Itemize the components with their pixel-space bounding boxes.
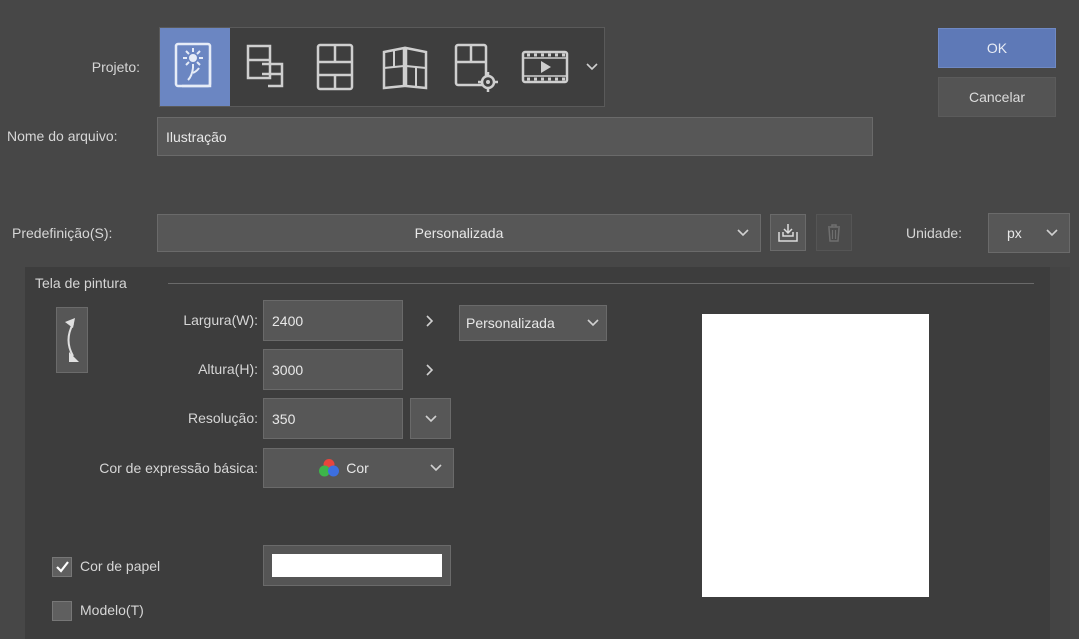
unit-value: px: [1007, 225, 1022, 241]
project-type-illustration[interactable]: [160, 28, 230, 106]
resolution-dropdown[interactable]: [410, 398, 451, 439]
width-field[interactable]: 2400: [263, 300, 403, 341]
rotate-icon: [65, 318, 79, 362]
preset-delete-button[interactable]: [816, 214, 852, 251]
paper-color-checkbox[interactable]: [52, 557, 72, 577]
trash-icon: [828, 223, 840, 242]
page-settings-icon: [454, 43, 498, 92]
project-type-webtoon[interactable]: [230, 28, 300, 106]
resolution-label: Resolução:: [187, 410, 258, 426]
resolution-field[interactable]: 350: [263, 398, 403, 439]
color-mode-label: Cor de expressão básica:: [99, 460, 258, 476]
size-preset-select[interactable]: Personalizada: [459, 305, 607, 341]
width-expand-arrow[interactable]: [420, 311, 440, 331]
chevron-down-icon: [587, 319, 599, 327]
animation-icon: [521, 50, 569, 84]
chevron-down-icon: [586, 63, 598, 71]
unit-select[interactable]: px: [988, 213, 1070, 253]
template-label: Modelo(T): [80, 602, 144, 618]
chevron-down-icon: [737, 229, 749, 237]
project-type-comic[interactable]: [300, 28, 370, 106]
filename-field[interactable]: Ilustração: [157, 117, 873, 156]
height-field[interactable]: 3000: [263, 349, 403, 390]
paper-color-preview: [272, 554, 442, 577]
chevron-right-icon: [426, 364, 434, 376]
preset-save-button[interactable]: [770, 214, 806, 251]
filename-label: Nome do arquivo:: [7, 128, 118, 144]
chevron-down-icon: [424, 414, 437, 422]
project-type-bar: [159, 27, 605, 107]
illustration-icon: [174, 42, 212, 88]
height-expand-arrow[interactable]: [420, 360, 440, 380]
book-spread-icon: [382, 46, 428, 90]
chevron-right-icon: [426, 315, 434, 327]
height-label: Altura(H):: [198, 361, 258, 377]
size-preset-value: Personalizada: [466, 315, 555, 331]
section-divider: [168, 283, 1034, 284]
project-type-page-settings[interactable]: [440, 28, 510, 106]
project-label: Projeto:: [91, 59, 140, 75]
save-preset-icon: [778, 223, 798, 242]
canvas-preview: [702, 314, 929, 597]
swap-orientation-button[interactable]: [56, 307, 88, 373]
preset-label: Predefinição(S):: [12, 225, 113, 241]
unit-label: Unidade:: [906, 225, 963, 241]
project-type-dropdown[interactable]: [580, 28, 604, 106]
chevron-down-icon: [1046, 229, 1058, 237]
project-type-book[interactable]: [370, 28, 440, 106]
checkmark-icon: [56, 561, 69, 573]
comic-page-icon: [316, 43, 354, 91]
project-type-animation[interactable]: [510, 28, 580, 106]
ok-button[interactable]: OK: [938, 28, 1056, 68]
canvas-section-title: Tela de pintura: [35, 275, 127, 291]
color-mode-select[interactable]: Cor: [263, 448, 454, 488]
panel-scrollbar[interactable]: [1050, 267, 1070, 639]
webtoon-icon: [246, 44, 284, 88]
chevron-down-icon: [430, 464, 442, 472]
template-checkbox[interactable]: [52, 601, 72, 621]
cancel-button[interactable]: Cancelar: [938, 77, 1056, 117]
preset-select[interactable]: Personalizada: [157, 214, 761, 252]
paper-color-swatch[interactable]: [263, 545, 451, 586]
color-circles-icon: [319, 459, 340, 477]
width-label: Largura(W):: [183, 312, 258, 328]
paper-color-label: Cor de papel: [80, 558, 161, 574]
preset-value: Personalizada: [414, 225, 504, 241]
color-mode-value: Cor: [346, 460, 369, 476]
